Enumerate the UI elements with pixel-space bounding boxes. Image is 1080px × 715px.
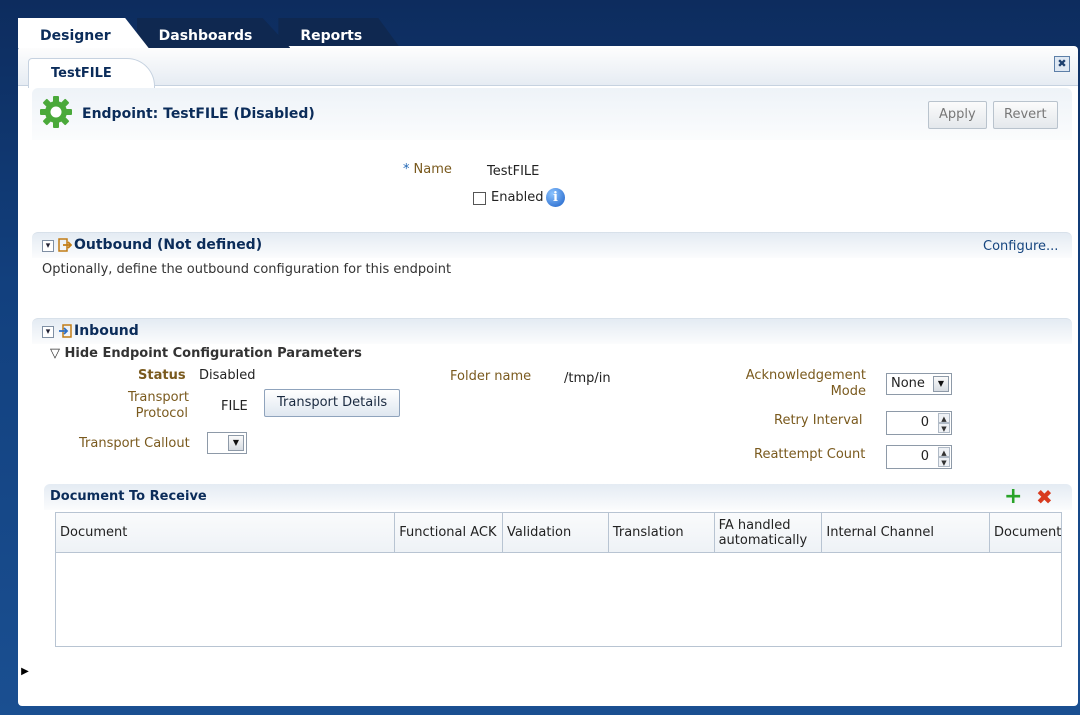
column-header-internal-channel[interactable]: Internal Channel: [822, 513, 991, 552]
spinner-up-icon[interactable]: ▲: [938, 413, 950, 423]
transport-callout-label: Transport Callout: [79, 436, 190, 451]
chevron-down-icon: ▼: [933, 376, 949, 392]
subtab-bar: TestFILE ✖: [18, 48, 1078, 88]
inbound-title: Inbound: [74, 323, 139, 339]
hide-params-toggle[interactable]: ▽ Hide Endpoint Configuration Parameters: [50, 346, 362, 361]
transport-protocol-value: FILE: [221, 399, 248, 414]
revert-button[interactable]: Revert: [993, 101, 1058, 129]
column-header-translation[interactable]: Translation: [609, 513, 715, 552]
outbound-collapse-toggle[interactable]: ▾: [42, 240, 54, 252]
status-label: Status: [138, 368, 186, 383]
outbound-description: Optionally, define the outbound configur…: [42, 262, 452, 277]
column-header-fa-handled[interactable]: FA handled automatically: [715, 513, 823, 552]
column-header-document-2[interactable]: Document: [990, 513, 1061, 552]
tab-designer[interactable]: Designer: [18, 18, 149, 48]
transport-details-button[interactable]: Transport Details: [264, 389, 401, 417]
apply-button[interactable]: Apply: [928, 101, 987, 129]
enabled-label: Enabled: [491, 190, 544, 205]
transport-protocol-label: Transport Protocol: [128, 390, 190, 421]
gear-icon: [40, 96, 72, 128]
document-table-title: Document To Receive: [50, 489, 207, 504]
add-icon[interactable]: +: [1004, 486, 1022, 508]
retry-interval-label: Retry Interval: [774, 413, 863, 428]
outbound-arrow-icon: [58, 238, 72, 252]
column-header-functional-ack[interactable]: Functional ACK: [395, 513, 504, 552]
info-icon[interactable]: i: [546, 188, 565, 207]
endpoint-header: Endpoint: TestFILE (Disabled): [32, 88, 1072, 140]
reattempt-count-label: Reattempt Count: [754, 447, 866, 462]
inbound-collapse-toggle[interactable]: ▾: [42, 326, 54, 338]
tab-reports[interactable]: Reports: [278, 18, 401, 48]
main-tabs: Designer Dashboards Reports: [18, 18, 401, 48]
status-value: Disabled: [199, 368, 256, 383]
spinner-down-icon[interactable]: ▼: [938, 457, 950, 467]
column-header-validation[interactable]: Validation: [503, 513, 609, 552]
delete-icon[interactable]: ✖: [1036, 486, 1053, 508]
transport-callout-select[interactable]: ▼: [207, 432, 247, 454]
outbound-title: Outbound (Not defined): [74, 237, 263, 253]
column-header-document[interactable]: Document: [56, 513, 396, 552]
spinner-up-icon[interactable]: ▲: [938, 447, 950, 457]
reattempt-count-spinner[interactable]: 0 ▲ ▼: [886, 445, 952, 469]
inbound-arrow-icon: [59, 324, 72, 338]
folder-name-value: /tmp/in: [564, 371, 611, 386]
close-tab-button[interactable]: ✖: [1054, 56, 1070, 72]
enabled-checkbox[interactable]: [473, 192, 486, 205]
spinner-down-icon[interactable]: ▼: [938, 423, 950, 433]
table-header: Document Functional ACK Validation Trans…: [56, 513, 1061, 553]
folder-name-label: Folder name: [450, 369, 532, 384]
tab-testfile[interactable]: TestFILE: [28, 58, 155, 88]
chevron-down-icon: ▼: [228, 435, 244, 451]
ack-mode-select[interactable]: None ▼: [886, 373, 952, 395]
name-label: * Name: [403, 162, 452, 177]
expand-panel-handle[interactable]: ▶: [20, 660, 30, 684]
document-table: Document Functional ACK Validation Trans…: [55, 512, 1062, 647]
endpoint-title: Endpoint: TestFILE (Disabled): [82, 106, 315, 122]
name-value: TestFILE: [487, 164, 540, 179]
tab-dashboards[interactable]: Dashboards: [136, 18, 291, 48]
inbound-section-header: [32, 318, 1072, 344]
configure-link[interactable]: Configure...: [983, 239, 1058, 254]
retry-interval-spinner[interactable]: 0 ▲ ▼: [886, 411, 952, 435]
ack-mode-label: Acknowledgement Mode: [745, 368, 866, 399]
